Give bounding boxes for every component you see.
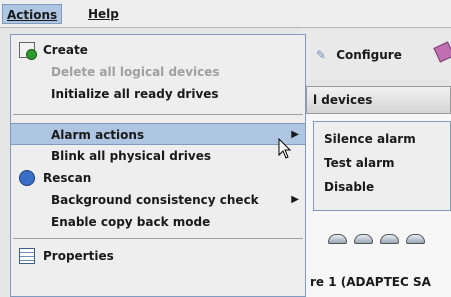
- submenu-item-label: Silence alarm: [324, 132, 416, 146]
- enclosure-label: re 1 (ADAPTEC SA: [310, 275, 431, 289]
- menu-item-label: Initialize all ready drives: [51, 87, 219, 101]
- submenu-item-silence-alarm[interactable]: Silence alarm: [314, 128, 450, 150]
- toolbar: ✎ Configure: [300, 30, 451, 80]
- menu-item-label: Rescan: [43, 171, 92, 185]
- menu-help-label: Help: [88, 7, 119, 21]
- submenu-item-label: Test alarm: [324, 156, 395, 170]
- submenu-arrow-icon: ▶: [291, 129, 299, 140]
- menubar: Actions Help: [0, 0, 451, 28]
- mouse-cursor-icon: [278, 138, 292, 159]
- menu-item-create[interactable]: Create: [11, 39, 305, 61]
- actions-dropdown-menu: Create Delete all logical devices Initia…: [10, 34, 306, 297]
- properties-icon: [19, 248, 35, 264]
- logical-devices-label: l devices: [313, 93, 373, 107]
- menu-actions[interactable]: Actions: [2, 4, 63, 24]
- menu-item-delete-all-logical-devices: Delete all logical devices: [11, 61, 305, 83]
- menu-actions-label: Actions: [7, 8, 58, 22]
- configure-label: Configure: [336, 48, 402, 62]
- alarm-actions-submenu: Silence alarm Test alarm Disable: [313, 121, 451, 211]
- submenu-item-label: Disable: [324, 180, 375, 194]
- menu-item-enable-copy-back-mode[interactable]: Enable copy back mode: [11, 211, 305, 233]
- menu-item-label: Delete all logical devices: [51, 65, 220, 79]
- menu-item-rescan[interactable]: Rescan: [11, 167, 305, 189]
- menu-item-background-consistency-check[interactable]: Background consistency check ▶: [11, 189, 305, 211]
- menu-item-label: Create: [43, 43, 88, 57]
- menu-separator: [13, 114, 303, 115]
- menu-help[interactable]: Help: [84, 4, 123, 24]
- configure-button[interactable]: ✎ Configure: [316, 44, 402, 66]
- menu-item-initialize-all-ready-drives[interactable]: Initialize all ready drives: [11, 83, 305, 105]
- menu-item-label: Background consistency check: [51, 193, 259, 207]
- physical-drive-icon[interactable]: [380, 234, 399, 244]
- menu-item-label: Properties: [43, 249, 114, 263]
- rescan-icon: [19, 170, 35, 186]
- physical-drive-icon[interactable]: [354, 234, 373, 244]
- submenu-item-disable[interactable]: Disable: [314, 176, 450, 198]
- logical-devices-header[interactable]: l devices: [306, 86, 451, 114]
- submenu-item-test-alarm[interactable]: Test alarm: [314, 152, 450, 174]
- menu-separator: [13, 238, 303, 239]
- help-book-icon[interactable]: [433, 41, 451, 63]
- menu-item-label: Blink all physical drives: [51, 149, 212, 163]
- menu-item-alarm-actions[interactable]: Alarm actions ▶: [11, 123, 305, 145]
- menu-item-properties[interactable]: Properties: [11, 245, 305, 267]
- physical-drive-icon[interactable]: [328, 234, 347, 244]
- menu-item-blink-all-physical-drives[interactable]: Blink all physical drives: [11, 145, 305, 167]
- menu-item-label: Alarm actions: [51, 128, 145, 142]
- configure-icon: ✎: [316, 48, 327, 62]
- create-icon: [19, 42, 37, 60]
- menu-item-label: Enable copy back mode: [51, 215, 211, 229]
- submenu-arrow-icon: ▶: [291, 194, 299, 205]
- physical-drive-icon[interactable]: [406, 234, 425, 244]
